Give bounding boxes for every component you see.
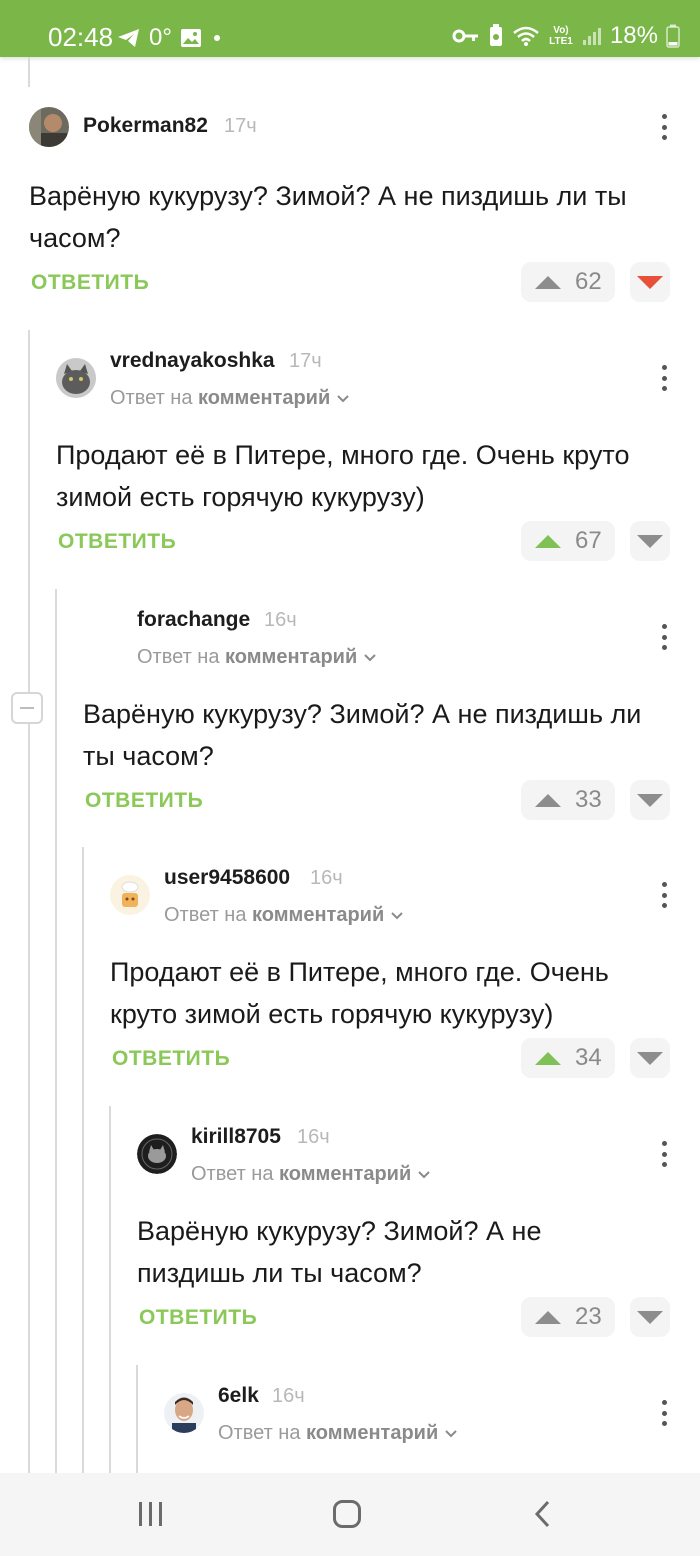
- comment-text: Варёную кукурузу? Зимой? А не пиздишь ли…: [29, 181, 627, 253]
- downvote-button[interactable]: [630, 780, 670, 820]
- avatar[interactable]: [110, 875, 150, 915]
- comment-username[interactable]: 6elk: [218, 1383, 259, 1409]
- reply-to-link[interactable]: Ответ на комментарий: [137, 644, 377, 670]
- vote-count: 34: [575, 1044, 602, 1071]
- chevron-down-icon: [363, 646, 377, 668]
- comment-time: 17ч: [224, 115, 257, 137]
- comment-username[interactable]: vrednayakoshka: [110, 348, 275, 374]
- comment-time: 16ч: [310, 867, 343, 889]
- comment: vrednayakoshka 17ч Ответ на комментарий …: [0, 337, 700, 587]
- reply-to-link[interactable]: Ответ на комментарий: [218, 1420, 458, 1446]
- avatar[interactable]: [137, 1134, 177, 1174]
- back-icon[interactable]: [513, 1491, 573, 1537]
- more-options-icon[interactable]: [654, 1398, 674, 1428]
- upvote-arrow-icon: [535, 793, 561, 807]
- more-options-icon[interactable]: [654, 112, 674, 142]
- image-icon: [180, 28, 202, 48]
- comment-time: 16ч: [297, 1126, 330, 1148]
- comment-username[interactable]: user9458600: [164, 865, 290, 891]
- upvote-arrow-icon: [535, 1051, 561, 1065]
- upvote-button[interactable]: 33: [521, 780, 615, 820]
- downvote-arrow-icon: [637, 1051, 663, 1065]
- comment: 6elk 16ч Ответ на комментарий: [0, 1372, 700, 1473]
- battery-percent: 18%: [609, 22, 658, 49]
- system-nav-bar: [0, 1473, 700, 1556]
- upvote-button[interactable]: 62: [521, 262, 615, 302]
- reply-target[interactable]: комментарий: [198, 387, 330, 409]
- downvote-button[interactable]: [630, 521, 670, 561]
- comment: forachange 16ч Ответ на комментарий Варё…: [0, 596, 700, 846]
- battery-saver-icon: [488, 24, 504, 48]
- reply-button[interactable]: ОТВЕТИТЬ: [139, 1305, 257, 1331]
- upvote-arrow-icon: [535, 1310, 561, 1324]
- chevron-down-icon: [444, 1422, 458, 1444]
- reply-target[interactable]: комментарий: [225, 646, 357, 668]
- more-options-icon[interactable]: [654, 1139, 674, 1169]
- battery-icon: [666, 24, 680, 48]
- vote-count: 67: [575, 527, 602, 554]
- comment-username[interactable]: kirill8705: [191, 1124, 281, 1150]
- comments-feed[interactable]: Pokerman82 17ч Варёную кукурузу? Зимой? …: [0, 57, 700, 1473]
- reply-button[interactable]: ОТВЕТИТЬ: [31, 270, 149, 296]
- reply-target[interactable]: комментарий: [252, 904, 384, 926]
- comment-text: Варёную кукурузу? Зимой? А не пиздишь ли…: [137, 1216, 542, 1288]
- avatar[interactable]: [56, 358, 96, 398]
- comment-text: Варёную кукурузу? Зимой? А не пиздишь ли…: [83, 699, 642, 771]
- vote-count: 23: [575, 1303, 602, 1330]
- reply-target[interactable]: комментарий: [306, 1422, 438, 1444]
- comment-time: 17ч: [289, 350, 322, 372]
- chevron-down-icon: [336, 387, 350, 409]
- reply-to-link[interactable]: Ответ на комментарий: [110, 385, 350, 411]
- upvote-arrow-icon: [535, 275, 561, 289]
- comment-text: Продают её в Питере, много где. Очень кр…: [110, 957, 609, 1029]
- comment-username[interactable]: forachange: [137, 607, 250, 633]
- status-time: 02:48: [48, 22, 114, 52]
- upvote-button[interactable]: 34: [521, 1038, 615, 1078]
- downvote-arrow-icon: [637, 275, 663, 289]
- upvote-arrow-icon: [535, 534, 561, 548]
- reply-button[interactable]: ОТВЕТИТЬ: [58, 529, 176, 555]
- reply-button[interactable]: ОТВЕТИТЬ: [112, 1046, 230, 1072]
- downvote-arrow-icon: [637, 534, 663, 548]
- reply-target[interactable]: комментарий: [279, 1163, 411, 1185]
- comment: Pokerman82 17ч Варёную кукурузу? Зимой? …: [0, 57, 700, 317]
- comment-time: 16ч: [264, 609, 297, 631]
- downvote-button[interactable]: [630, 1038, 670, 1078]
- wifi-icon: [512, 25, 540, 47]
- dot-icon: [210, 33, 224, 43]
- comment-username[interactable]: Pokerman82: [83, 113, 208, 139]
- avatar[interactable]: [164, 1393, 204, 1433]
- avatar[interactable]: [29, 107, 69, 147]
- telegram-icon: [117, 27, 141, 49]
- more-options-icon[interactable]: [654, 880, 674, 910]
- more-options-icon[interactable]: [654, 622, 674, 652]
- chevron-down-icon: [390, 904, 404, 926]
- upvote-button[interactable]: 23: [521, 1297, 615, 1337]
- temperature-label: 0°: [149, 24, 172, 51]
- comment: kirill8705 16ч Ответ на комментарий Варё…: [0, 1113, 700, 1363]
- comment-time: 16ч: [272, 1385, 305, 1407]
- more-options-icon[interactable]: [654, 363, 674, 393]
- signal-icon: [582, 26, 602, 46]
- downvote-arrow-icon: [637, 1310, 663, 1324]
- downvote-button[interactable]: [630, 262, 670, 302]
- downvote-arrow-icon: [637, 793, 663, 807]
- key-icon: [452, 28, 480, 44]
- status-bar: 02:48 0° Vo) LTE1 18%: [0, 0, 700, 57]
- comment: user9458600 16ч Ответ на комментарий Про…: [0, 854, 700, 1104]
- recent-apps-icon[interactable]: [121, 1491, 181, 1537]
- chevron-down-icon: [417, 1163, 431, 1185]
- vote-count: 62: [575, 268, 602, 295]
- comment-text: Продают её в Питере, много где. Очень кр…: [56, 440, 630, 512]
- vote-count: 33: [575, 786, 602, 813]
- reply-to-link[interactable]: Ответ на комментарий: [164, 902, 404, 928]
- reply-button[interactable]: ОТВЕТИТЬ: [85, 788, 203, 814]
- reply-to-link[interactable]: Ответ на комментарий: [191, 1161, 431, 1187]
- downvote-button[interactable]: [630, 1297, 670, 1337]
- home-icon[interactable]: [317, 1491, 377, 1537]
- lte-icon: Vo) LTE1: [549, 25, 573, 47]
- upvote-button[interactable]: 67: [521, 521, 615, 561]
